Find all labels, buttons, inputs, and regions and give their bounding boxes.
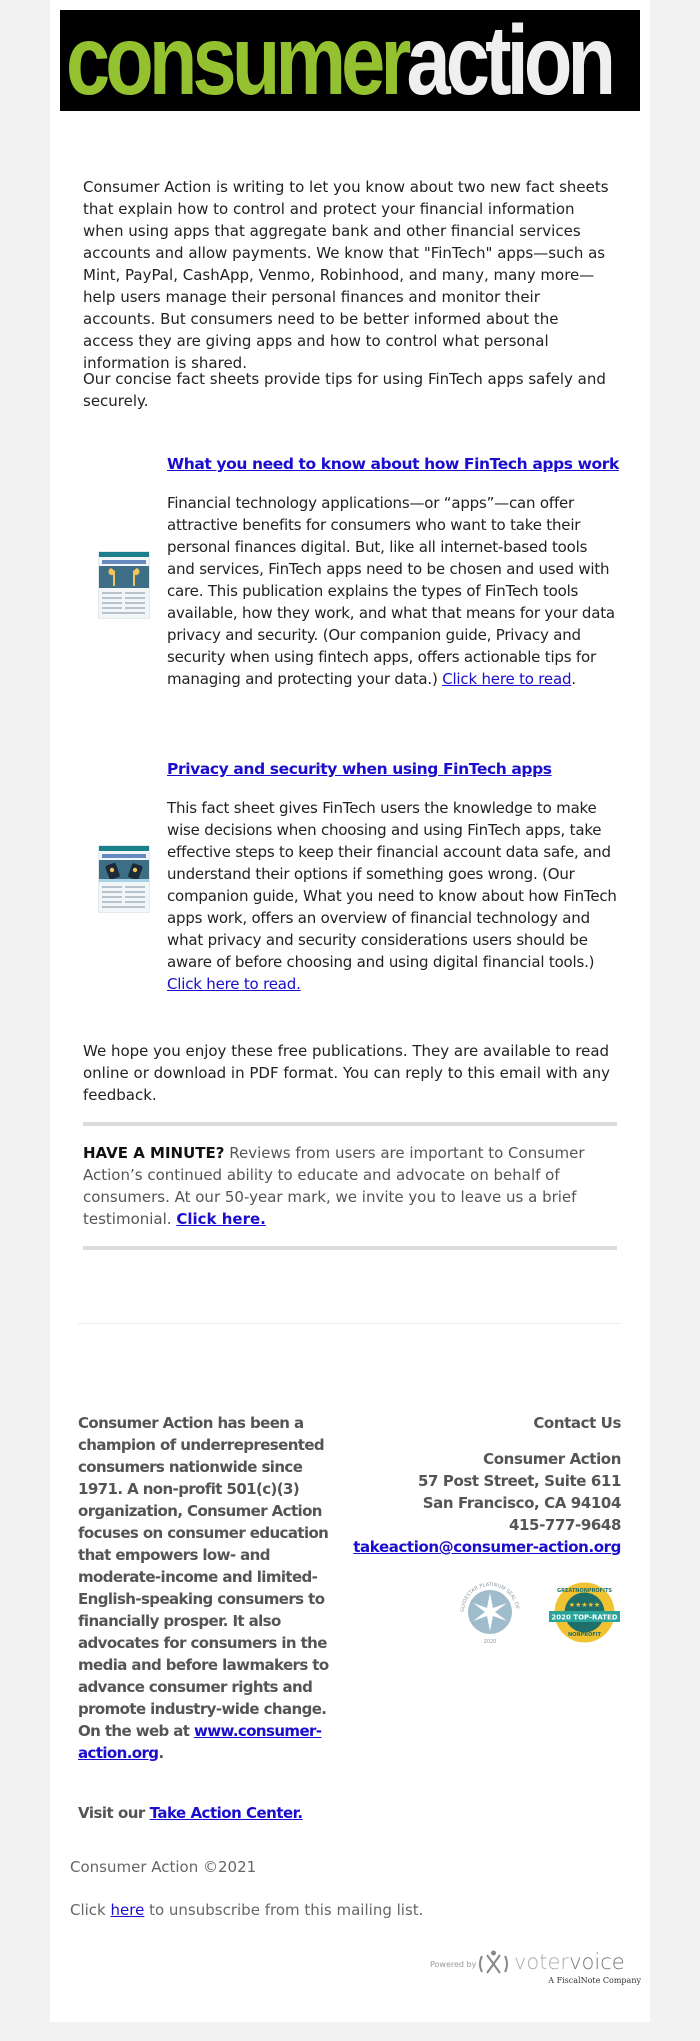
fact-sheet-1-description-text: Financial technology applications—or “ap…: [167, 494, 615, 688]
consumer-action-logo[interactable]: consumeraction: [60, 10, 640, 111]
closing-paragraph: We hope you enjoy these free publication…: [83, 1042, 610, 1104]
unsubscribe-line: Click here to unsubscribe from this mail…: [70, 1901, 423, 1919]
fact-sheet-1-period: .: [571, 670, 576, 688]
powered-by-label: Powered by: [430, 1960, 477, 1969]
votervoice-tagline: A FiscalNote Company: [547, 1976, 641, 1985]
have-a-minute-heading: HAVE A MINUTE?: [83, 1144, 225, 1162]
contact-org: Consumer Action: [483, 1450, 621, 1468]
divider: [83, 1246, 617, 1250]
visit-prefix: Visit our: [78, 1804, 150, 1822]
fact-sheet-1-title-link[interactable]: What you need to know about how FinTech …: [167, 455, 619, 473]
take-action-center-link[interactable]: Take Action Center.: [150, 1804, 304, 1822]
contact-email-link[interactable]: takeaction@consumer-action.org: [353, 1538, 621, 1556]
fact-sheet-1-thumbnail[interactable]: [98, 551, 150, 619]
divider: [83, 1122, 617, 1126]
greatnonprofits-ribbon: 2020 TOP-RATED: [551, 1614, 617, 1622]
unsubscribe-suffix: to unsubscribe from this mailing list.: [144, 1901, 424, 1919]
intro-paragraph-2: Our concise fact sheets provide tips for…: [83, 370, 606, 410]
greatnonprofits-top-label: GREATNONPROFITS: [557, 1588, 612, 1594]
about-consumer-action: Consumer Action has been a champion of u…: [78, 1412, 333, 1764]
about-end: .: [158, 1744, 164, 1762]
logo-text-action: action: [406, 10, 616, 111]
copyright: Consumer Action ©2021: [70, 1858, 257, 1876]
fact-sheet-2-thumbnail[interactable]: [98, 845, 150, 913]
visit-take-action: Visit our Take Action Center.: [78, 1804, 303, 1822]
greatnonprofits-badge: GREATNONPROFITS ★★★★★ 2020 TOP-RATED NON…: [549, 1582, 620, 1643]
unsubscribe-link[interactable]: here: [111, 1901, 145, 1919]
have-a-minute-callout: HAVE A MINUTE? Reviews from users are im…: [83, 1142, 613, 1230]
unsubscribe-prefix: Click: [70, 1901, 111, 1919]
contact-block: Contact Us Consumer Action 57 Post Stree…: [321, 1412, 621, 1558]
fact-sheet-2-description-text: This fact sheet gives FinTech users the …: [167, 799, 617, 971]
about-text: Consumer Action has been a champion of u…: [78, 1414, 329, 1740]
votervoice-brand-1: voter: [514, 1950, 569, 1974]
svg-text:votervoice: votervoice: [514, 1950, 625, 1974]
votervoice-brand-2: voice: [569, 1950, 625, 1974]
fact-sheet-2-description: This fact sheet gives FinTech users the …: [167, 797, 617, 995]
guidestar-year: 2020: [484, 1639, 497, 1645]
footer-divider: [78, 1323, 620, 1324]
email-card: consumeraction Consumer Action is writin…: [50, 0, 650, 2022]
stars-icon: ★★★★★: [569, 1601, 600, 1609]
intro-paragraph: Consumer Action is writing to let you kn…: [83, 178, 609, 372]
contact-phone: 415-777-9648: [508, 1516, 621, 1534]
votervoice-powered-by-logo[interactable]: Powered by votervoice A FiscalNote Compa…: [430, 1947, 642, 1989]
fact-sheet-2-title-link[interactable]: Privacy and security when using FinTech …: [167, 760, 552, 778]
contact-address-1: 57 Post Street, Suite 611: [417, 1472, 621, 1490]
fact-sheet-1-read-link[interactable]: Click here to read: [442, 670, 571, 688]
votervoice-icon: [479, 1950, 508, 1974]
fact-sheet-2-read-link[interactable]: Click here to read.: [167, 975, 301, 993]
greatnonprofits-bottom-label: NONPROFIT: [568, 1632, 602, 1638]
logo-text-consumer: consumer: [66, 10, 411, 111]
guidestar-seal-badge: GUIDESTAR PLATINUM SEAL OF TRANSPARENCY …: [455, 1577, 520, 1645]
contact-address-2: San Francisco, CA 94104: [422, 1494, 622, 1512]
contact-title: Contact Us: [533, 1414, 621, 1432]
fact-sheet-1-description: Financial technology applications—or “ap…: [167, 492, 617, 690]
testimonial-link[interactable]: Click here.: [176, 1210, 266, 1228]
